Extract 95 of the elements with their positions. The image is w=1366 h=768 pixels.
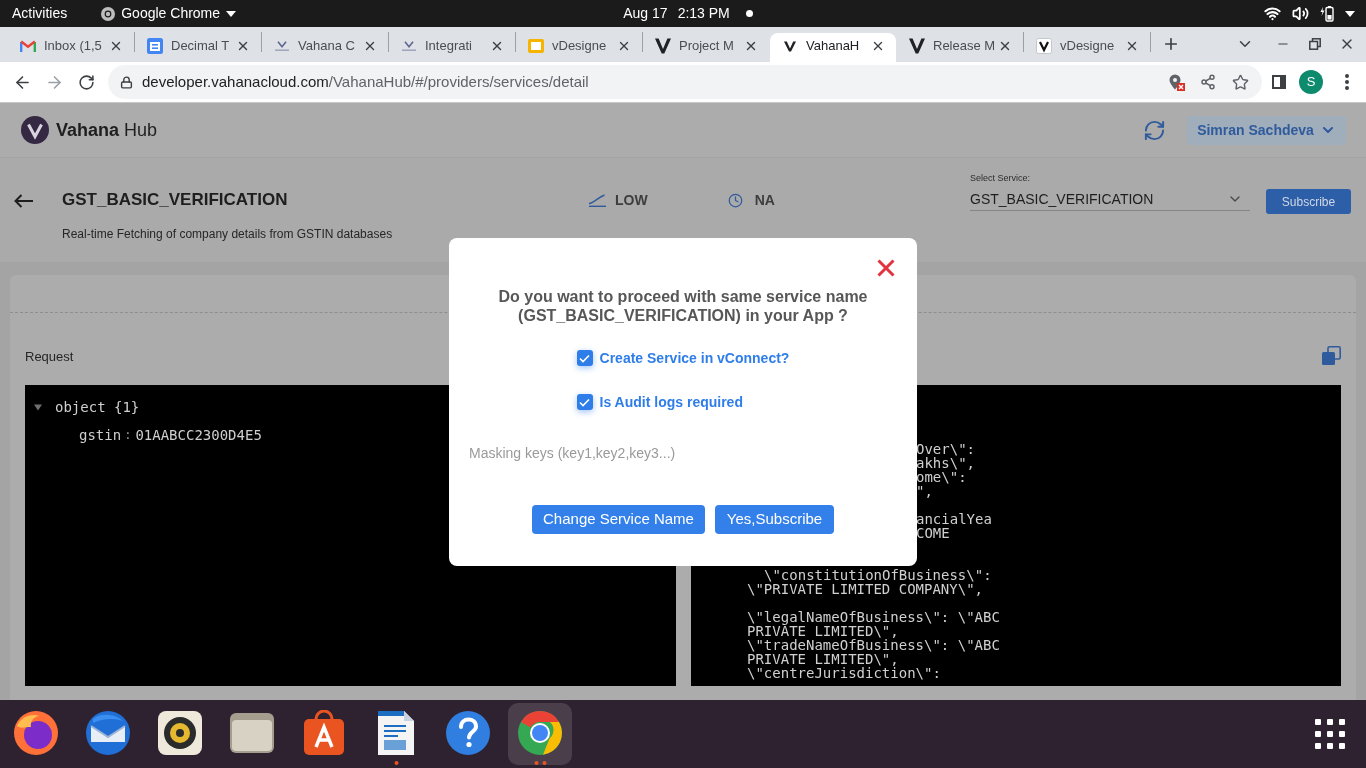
notification-dot-icon bbox=[745, 10, 753, 17]
dock-item[interactable] bbox=[508, 703, 572, 765]
checkbox-label[interactable]: Create Service in vConnect? bbox=[599, 349, 790, 367]
v-logo-icon bbox=[1036, 38, 1052, 54]
copy-button[interactable] bbox=[1321, 345, 1341, 365]
activities-button[interactable]: Activities bbox=[12, 0, 68, 27]
address-bar[interactable]: developer.vahanacloud.com/VahanaHub/#/providers/services/detail bbox=[108, 65, 1262, 99]
service-description: Real-time Fetching of company details from GSTIN databases bbox=[62, 226, 394, 242]
battery-icon bbox=[1320, 5, 1334, 22]
copy-icon bbox=[1321, 345, 1341, 365]
caret-icon bbox=[226, 10, 237, 17]
lock-icon bbox=[120, 75, 133, 89]
code-line: \"centreJurisdiction\": bbox=[747, 666, 941, 680]
browser-tab[interactable]: Project M bbox=[643, 33, 769, 62]
v-logo-icon bbox=[275, 41, 289, 51]
code-line: akhs\", bbox=[916, 456, 975, 470]
code-line: \"PRIVATE LIMITED COMPANY\", bbox=[747, 582, 983, 596]
brand-name: Vahana Hub bbox=[56, 119, 158, 141]
caret-down-icon[interactable] bbox=[34, 403, 42, 411]
back-arrow-icon bbox=[13, 194, 33, 208]
caret-icon bbox=[1345, 10, 1355, 17]
side-panel-icon bbox=[1272, 75, 1286, 89]
v-logo-icon bbox=[402, 41, 416, 51]
request-heading: Request bbox=[25, 349, 74, 365]
document-icon bbox=[377, 710, 415, 756]
load-label: LOW bbox=[615, 190, 648, 210]
browser-tab[interactable]: Decimal T bbox=[135, 33, 261, 62]
code-line: PRIVATE LIMITED\", bbox=[747, 624, 899, 638]
url-text: developer.vahanacloud.com/VahanaHub/#/providers/services/detail bbox=[142, 73, 589, 91]
shopping-bag-icon bbox=[303, 710, 345, 756]
folder-icon bbox=[229, 712, 275, 754]
v-logo-icon bbox=[909, 38, 925, 54]
help-icon bbox=[445, 710, 491, 756]
trend-line-icon bbox=[588, 193, 606, 207]
blocked-location-icon bbox=[1169, 73, 1185, 91]
select-label: Select Service: bbox=[970, 173, 1032, 183]
v-logo-icon bbox=[655, 38, 671, 54]
code-line: PRIVATE LIMITED\", bbox=[747, 652, 899, 666]
app-icon bbox=[101, 6, 116, 21]
checkbox[interactable] bbox=[576, 394, 593, 410]
reload-icon bbox=[77, 73, 95, 91]
code-line: ", bbox=[916, 484, 933, 498]
close-dialog-button[interactable] bbox=[876, 258, 896, 278]
code-line: ome\": bbox=[916, 470, 967, 484]
menu-icon bbox=[1345, 74, 1349, 90]
code-line: \"legalNameOfBusiness\": \"ABC bbox=[747, 610, 1000, 624]
browser-tab[interactable]: Vahana C bbox=[262, 33, 388, 62]
checkbox[interactable] bbox=[576, 350, 593, 366]
restore-icon bbox=[1309, 38, 1321, 50]
profile-button[interactable]: S bbox=[1299, 70, 1323, 94]
browser-tab[interactable]: Integrati bbox=[389, 33, 515, 62]
browser-tab[interactable]: Inbox (1,5 bbox=[8, 33, 134, 62]
app-grid-button[interactable] bbox=[1314, 719, 1346, 749]
browser-tab[interactable]: vDesigne bbox=[516, 33, 642, 62]
clock-icon bbox=[727, 192, 743, 208]
mail-app-icon bbox=[85, 710, 131, 756]
browser-tab[interactable]: Release M bbox=[897, 33, 1023, 62]
mail-icon bbox=[20, 40, 36, 52]
key-value-separator: : bbox=[124, 428, 132, 442]
refresh-icon bbox=[1142, 118, 1166, 142]
dialog-question: Do you want to proceed with same service name (GST_BASIC_VERIFICATION) in your App ? bbox=[497, 287, 869, 325]
speaker-app-icon bbox=[157, 710, 203, 756]
v-logo-icon bbox=[784, 40, 796, 52]
confirm-subscribe-button[interactable]: Yes,Subscribe bbox=[715, 505, 834, 534]
presentation-icon bbox=[528, 39, 544, 53]
wifi-icon bbox=[1264, 5, 1281, 22]
subscribe-button[interactable]: Subscribe bbox=[1266, 189, 1351, 214]
browser-app-icon bbox=[517, 710, 563, 756]
code-line: Over\": bbox=[916, 442, 975, 456]
calendar-icon bbox=[147, 38, 163, 54]
code-line: \"tradeNameOfBusiness\": \"ABC bbox=[747, 638, 1000, 652]
time-label: NA bbox=[754, 190, 775, 210]
code-line: COME bbox=[916, 526, 950, 540]
tree-node-label: object {1} bbox=[55, 400, 140, 414]
change-name-button[interactable]: Change Service Name bbox=[532, 505, 705, 534]
service-title: GST_BASIC_VERIFICATION bbox=[62, 190, 289, 210]
browser-tab[interactable]: VahanaH bbox=[770, 33, 896, 62]
app-grid-icon bbox=[1315, 719, 1345, 749]
back-button[interactable] bbox=[12, 192, 34, 210]
service-select[interactable]: GST_BASIC_VERIFICATION bbox=[970, 188, 1250, 211]
v-logo-icon bbox=[21, 116, 49, 144]
clock-button[interactable]: Aug 17 2:13 PM bbox=[623, 0, 753, 27]
browser-tab[interactable]: vDesigne bbox=[1024, 33, 1150, 62]
tree-key: gstin bbox=[79, 428, 122, 442]
volume-icon bbox=[1292, 5, 1309, 22]
globe-app-icon bbox=[13, 710, 59, 756]
share-icon bbox=[1200, 74, 1216, 90]
plus-icon bbox=[1162, 35, 1180, 53]
checkbox-label[interactable]: Is Audit logs required bbox=[599, 393, 743, 411]
star-icon bbox=[1231, 73, 1249, 91]
app-menu-button[interactable]: Google Chrome bbox=[101, 0, 237, 27]
close-icon bbox=[877, 259, 895, 277]
code-line: ancialYea bbox=[916, 512, 992, 526]
code-line: \"constitutionOfBusiness\": bbox=[764, 568, 992, 582]
tree-value: 01AABCC2300D4E5 bbox=[135, 428, 262, 442]
